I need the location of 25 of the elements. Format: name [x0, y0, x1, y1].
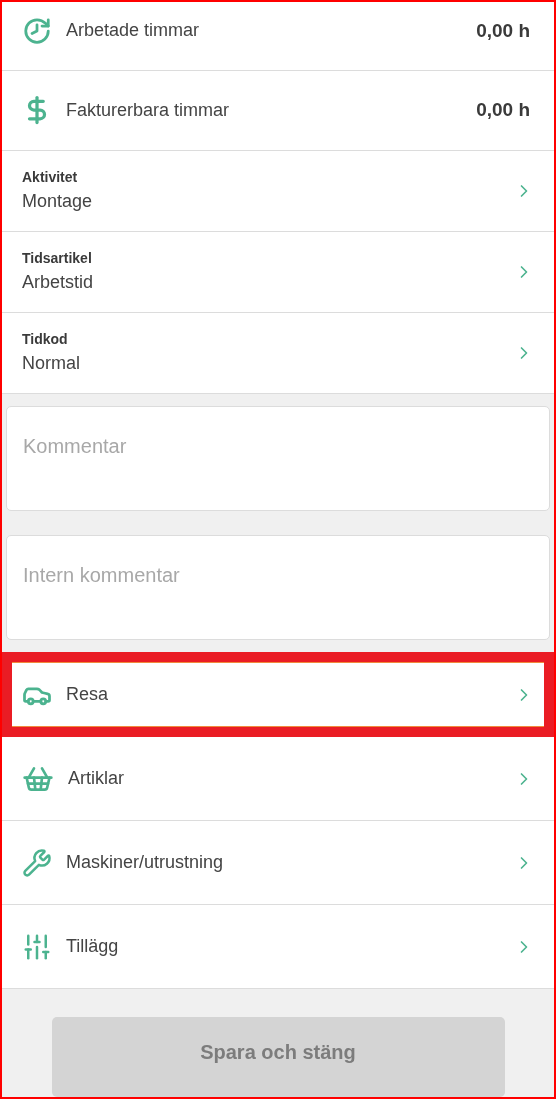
link-row[interactable]: Maskiner/utrustning — [2, 821, 554, 904]
picker-value: Normal — [22, 352, 81, 375]
link-label: Artiklar — [68, 767, 125, 790]
link-label: Maskiner/utrustning — [66, 851, 225, 874]
picker-label: Tidsartikel — [22, 248, 93, 268]
picker-label: Aktivitet — [22, 167, 79, 187]
link-label: Tillägg — [66, 935, 120, 958]
link-row[interactable]: Tillägg — [2, 905, 554, 988]
picker-row[interactable]: Tidkod Normal — [2, 313, 554, 394]
comment-field[interactable]: Kommentar — [6, 406, 550, 511]
picker-row[interactable]: Aktivitet Montage — [2, 150, 554, 232]
picker-row[interactable]: Tidsartikel Arbetstid — [2, 231, 554, 313]
total-label: Fakturerbara timmar — [66, 98, 231, 122]
link-row[interactable]: Artiklar — [2, 737, 554, 820]
link-label: Resa — [66, 683, 110, 706]
comment-field[interactable]: Intern kommentar — [6, 535, 550, 640]
total-value: 0,00 h — [476, 98, 531, 123]
total-label: Arbetade timmar — [66, 19, 201, 43]
total-value: 0,00 h — [476, 18, 531, 43]
link-row[interactable]: Resa — [12, 662, 544, 727]
picker-value: Arbetstid — [22, 270, 95, 294]
picker-value: Montage — [22, 189, 94, 213]
wrench-icon — [22, 847, 52, 878]
picker-label: Tidkod — [22, 330, 69, 349]
clock-arrow-icon — [22, 15, 52, 46]
